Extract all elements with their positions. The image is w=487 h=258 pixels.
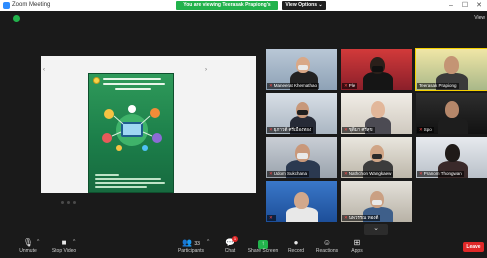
previous-slide-icon[interactable]: ‹ — [43, 67, 45, 73]
leave-meeting-button[interactable]: Leave — [463, 242, 484, 252]
participant-name: ✕Ple — [342, 83, 358, 89]
cover-footer-line — [95, 186, 147, 188]
participant-name: ✕Udom Sukchana — [267, 171, 310, 177]
cover-title-line — [103, 78, 161, 80]
book-cover-image — [88, 73, 174, 193]
chat-unread-badge: 1 — [232, 236, 238, 242]
slide-dot[interactable] — [67, 201, 70, 204]
record-button[interactable]: ● Record — [285, 237, 307, 258]
muted-mic-icon: ✕ — [344, 171, 348, 176]
muted-mic-icon: ✕ — [419, 127, 423, 132]
video-tile[interactable] — [416, 181, 487, 222]
participant-name: ✕Pranom Thongwan — [417, 171, 464, 177]
reactions-smiley-icon: ☺ — [322, 238, 332, 247]
participant-name: ✕Nathchon Wangkaew — [342, 171, 394, 177]
participants-button[interactable]: 👥 33 Participants — [172, 237, 210, 258]
cover-footer-line — [95, 178, 161, 180]
view-button[interactable]: View — [474, 15, 485, 21]
slide-progress — [61, 201, 109, 204]
meeting-toolbar: 🎙 Unmute ^ ■ Stop Video ^ 👥 33 Participa… — [0, 235, 487, 258]
video-tile[interactable]: ✕Nathchon Wangkaew — [341, 137, 412, 178]
muted-mic-icon: ✕ — [344, 83, 348, 88]
emblem-icon — [93, 77, 100, 84]
audio-options-chevron-icon[interactable]: ^ — [37, 239, 39, 245]
participant-name: ✕Spo — [417, 127, 434, 133]
video-tile[interactable]: ✕ — [266, 181, 337, 222]
muted-mic-icon: ✕ — [269, 83, 273, 88]
cover-title-line — [103, 83, 165, 85]
participant-name: ✕ยุภาวดี ศรีเมืองทอง — [267, 127, 314, 133]
slide-dot[interactable] — [73, 201, 76, 204]
participant-name: Teerasak Prapiong — [417, 83, 459, 89]
video-tile[interactable]: ✕Pranom Thongwan — [416, 137, 487, 178]
muted-mic-icon: ✕ — [419, 171, 423, 176]
video-tile[interactable]: ✕Udom Sukchana — [266, 137, 337, 178]
participant-name: ✕นพวรรณ ทองดี — [342, 215, 381, 221]
cover-subtitle-line — [115, 88, 151, 90]
chat-button[interactable]: 💬 1 Chat — [219, 236, 241, 258]
close-button[interactable]: ✕ — [472, 0, 486, 11]
record-icon: ● — [293, 238, 299, 247]
cover-footer-line — [95, 182, 165, 184]
cover-illustration — [102, 105, 162, 151]
apps-button[interactable]: ⊞ Apps — [346, 237, 368, 258]
minimize-button[interactable]: – — [444, 0, 458, 11]
muted-mic-icon: ✕ — [344, 215, 348, 220]
chevron-down-icon: ⌄ — [373, 225, 379, 232]
screen-share-banner: You are viewing Teerasak Prapiong's scre… — [176, 1, 278, 17]
zoom-logo-icon — [3, 2, 10, 9]
video-tile[interactable]: ✕ชุติมา ศรีสุข — [341, 93, 412, 134]
video-tile[interactable]: ✕Spo — [416, 93, 487, 134]
security-shield-icon[interactable] — [13, 15, 20, 22]
muted-mic-icon: ✕ — [269, 171, 273, 176]
muted-mic-icon: ✕ — [344, 127, 348, 132]
gallery-next-page-button[interactable]: ⌄ — [364, 224, 388, 235]
video-tile[interactable]: ✕Ple — [341, 49, 412, 90]
video-tile[interactable]: ✕นพวรรณ ทองดี — [341, 181, 412, 222]
slide-dot[interactable] — [61, 201, 64, 204]
reactions-button[interactable]: ☺ Reactions — [313, 237, 341, 258]
video-tile-active-speaker[interactable]: Teerasak Prapiong — [415, 48, 487, 91]
window-title: Zoom Meeting — [12, 2, 51, 8]
participants-options-chevron-icon[interactable]: ^ — [207, 239, 209, 245]
view-options-button[interactable]: View Options ⌄ — [282, 1, 326, 10]
participant-name: ✕ชุติมา ศรีสุข — [342, 127, 375, 133]
zoom-window: Zoom Meeting – ☐ ✕ You are viewing Teera… — [0, 0, 487, 258]
next-slide-icon[interactable]: › — [205, 67, 207, 73]
video-options-chevron-icon[interactable]: ^ — [73, 239, 75, 245]
apps-icon: ⊞ — [353, 238, 361, 247]
video-tile[interactable]: ✕Maneerat Khemathao — [266, 49, 337, 90]
participants-icon: 👥 33 — [182, 238, 200, 247]
participant-gallery: ✕Maneerat Khemathao ✕Ple Teerasak Prapio… — [264, 48, 487, 222]
participant-name: ✕ — [267, 215, 276, 221]
muted-mic-icon: ✕ — [269, 215, 273, 220]
participant-name: ✕Maneerat Khemathao — [267, 83, 320, 89]
muted-mic-icon: ✕ — [269, 127, 273, 132]
share-screen-button[interactable]: ↑ Share Screen — [246, 237, 280, 258]
maximize-button[interactable]: ☐ — [458, 0, 472, 11]
video-tile[interactable]: ✕ยุภาวดี ศรีเมืองทอง — [266, 93, 337, 134]
cover-footer-line — [95, 174, 119, 176]
